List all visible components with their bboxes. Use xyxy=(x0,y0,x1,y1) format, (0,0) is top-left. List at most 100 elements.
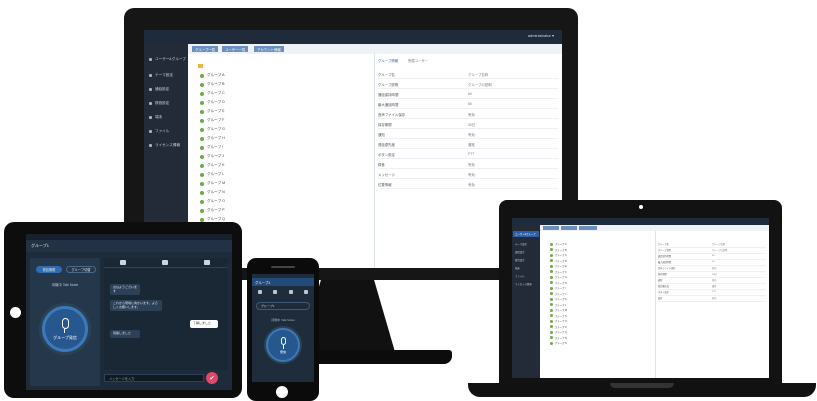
list-item[interactable]: グループ C xyxy=(550,253,567,258)
detail-row: 通知 有効 xyxy=(658,278,766,284)
sidebar-item-users-groups[interactable]: ユーザー&グループ xyxy=(513,231,539,237)
list-item[interactable]: グループ I xyxy=(200,144,223,151)
list-item[interactable]: グループ I xyxy=(550,286,566,291)
list-item[interactable]: グループ P xyxy=(550,325,567,330)
list-item[interactable]: グループ N xyxy=(200,189,225,196)
list-item[interactable]: グループ O xyxy=(550,319,567,324)
list-item[interactable]: グループ K xyxy=(200,162,225,169)
list-item[interactable]: グループ E xyxy=(550,264,567,269)
list-item[interactable]: グループ G xyxy=(550,275,567,280)
list-item[interactable]: グループ L xyxy=(200,171,224,178)
list-item[interactable]: グループ H xyxy=(200,135,225,142)
list-item[interactable]: グループ R xyxy=(550,336,567,341)
list-item[interactable]: グループ F xyxy=(550,270,567,275)
tablet-home-button[interactable] xyxy=(10,307,21,318)
tab-users[interactable] xyxy=(561,226,577,230)
phone-call-button[interactable]: 発信 xyxy=(266,328,300,362)
sidebar-item-license[interactable]: ライセンス情報 xyxy=(146,140,186,151)
list-item[interactable]: グループ P xyxy=(200,207,225,214)
list-item[interactable]: グループ A xyxy=(550,242,567,247)
chat-tab-icon[interactable] xyxy=(120,260,126,265)
list-item[interactable]: グループ B xyxy=(200,81,225,88)
talk-permission-chip[interactable]: 発話権限 xyxy=(36,266,62,273)
pane-divider xyxy=(374,54,375,268)
sidebar-item-users-groups[interactable]: ユーザー&グループ xyxy=(146,54,186,65)
list-item[interactable]: グループ B xyxy=(550,248,567,253)
device-icon xyxy=(149,116,152,119)
sidebar-item-call[interactable]: 通話設定 xyxy=(513,249,539,255)
list-item[interactable]: グループ H xyxy=(550,281,567,286)
tab-bar: グループ一覧 ユーザー一覧 アカウント情報 xyxy=(188,44,562,54)
tab-users[interactable]: ユーザー一覧 xyxy=(222,46,249,52)
sidebar-item-device[interactable]: 端末 xyxy=(146,112,186,123)
send-button[interactable]: ✔ xyxy=(206,372,218,384)
list-item[interactable]: グループ D xyxy=(550,259,567,264)
chat-icon[interactable] xyxy=(273,290,278,294)
user-menu[interactable]: administrator ▾ xyxy=(528,33,554,38)
list-item[interactable]: グループ K xyxy=(550,297,567,302)
group-icon xyxy=(550,253,553,257)
detail-row: 発話優先度 通常 xyxy=(378,140,558,149)
group-icon xyxy=(200,208,204,213)
detail-row: グループ説明 グループの説明 xyxy=(378,80,558,89)
list-item[interactable]: グループ F xyxy=(200,117,224,124)
map-icon[interactable] xyxy=(288,290,293,294)
detail-tab-group-info[interactable]: グループ情報 xyxy=(378,58,398,63)
location-tab-icon[interactable] xyxy=(204,260,210,265)
sidebar-item-call[interactable]: 通話設定 xyxy=(146,84,186,95)
chat-message-self: 了解しました xyxy=(190,320,218,328)
sidebar-item-theme[interactable]: テーマ設定 xyxy=(513,241,539,247)
detail-row: グループ説明 グループの説明 xyxy=(658,248,766,254)
list-item[interactable]: グループ M xyxy=(550,308,567,313)
detail-row: グループ名 グループ名称 xyxy=(658,242,766,248)
tab-groups[interactable] xyxy=(543,226,559,230)
group-call-button[interactable]: グループ発信 xyxy=(42,306,88,352)
group-switch-chip[interactable]: グループ切替 xyxy=(66,266,96,273)
group-title[interactable]: グループ1 xyxy=(31,243,49,249)
list-item[interactable]: グループ N xyxy=(550,314,567,319)
pane-divider xyxy=(655,231,656,378)
list-item[interactable]: グループ M xyxy=(200,180,225,187)
tab-account[interactable]: アカウント情報 xyxy=(254,46,284,52)
sidebar-item-recording[interactable]: 録音設定 xyxy=(146,98,186,109)
list-item[interactable]: グループ J xyxy=(200,153,224,160)
list-item[interactable]: グループ E xyxy=(200,108,225,115)
sidebar-item-file[interactable]: ファイル xyxy=(146,126,186,137)
sidebar-item-file[interactable]: ファイル xyxy=(513,273,539,279)
tree-root[interactable] xyxy=(198,62,203,69)
chat-message: 到着しました xyxy=(110,330,140,338)
tab-groups[interactable]: グループ一覧 xyxy=(192,46,219,52)
list-item[interactable]: グループ Q xyxy=(550,330,567,335)
list-item[interactable]: グループ C xyxy=(200,90,225,97)
group-icon xyxy=(200,82,204,87)
license-icon xyxy=(149,144,152,147)
sidebar-item-license[interactable]: ライセンス情報 xyxy=(513,281,539,287)
detail-row: 位置情報 有効 xyxy=(378,180,558,189)
sidebar-item-theme[interactable]: テーマ設定 xyxy=(146,70,186,81)
group-icon xyxy=(200,154,204,159)
tab-account[interactable] xyxy=(579,226,597,230)
group-icon xyxy=(200,73,204,78)
list-item[interactable]: グループ D xyxy=(200,99,225,106)
video-tab-icon[interactable] xyxy=(162,260,168,265)
list-item[interactable]: グループ O xyxy=(200,198,225,205)
group-select[interactable]: グループ1 xyxy=(256,302,310,310)
sidebar-item-recording[interactable]: 録音設定 xyxy=(513,257,539,263)
chat-tab-bar xyxy=(104,258,228,268)
phone-group-title[interactable]: グループ1 xyxy=(255,280,270,285)
list-item[interactable]: グループ J xyxy=(550,292,566,297)
sidebar-item-device[interactable]: 端末 xyxy=(513,265,539,271)
chat-message: これから現場に向かいます。よろしくお願いします。 xyxy=(110,300,162,312)
list-item[interactable]: グループ L xyxy=(550,303,566,308)
laptop-notch xyxy=(610,383,674,388)
group-icon xyxy=(200,109,204,114)
detail-tab-members[interactable]: 所属ユーザー xyxy=(408,58,428,63)
phone-home-button[interactable] xyxy=(276,386,288,398)
list-item[interactable]: グループ S xyxy=(550,341,567,346)
list-item[interactable]: グループ G xyxy=(200,126,225,133)
group-icon xyxy=(200,127,204,132)
settings-icon[interactable] xyxy=(303,290,308,294)
list-item[interactable]: グループ A xyxy=(200,72,225,79)
talk-icon[interactable] xyxy=(258,290,262,294)
message-input[interactable]: メッセージを入力 xyxy=(104,374,204,382)
